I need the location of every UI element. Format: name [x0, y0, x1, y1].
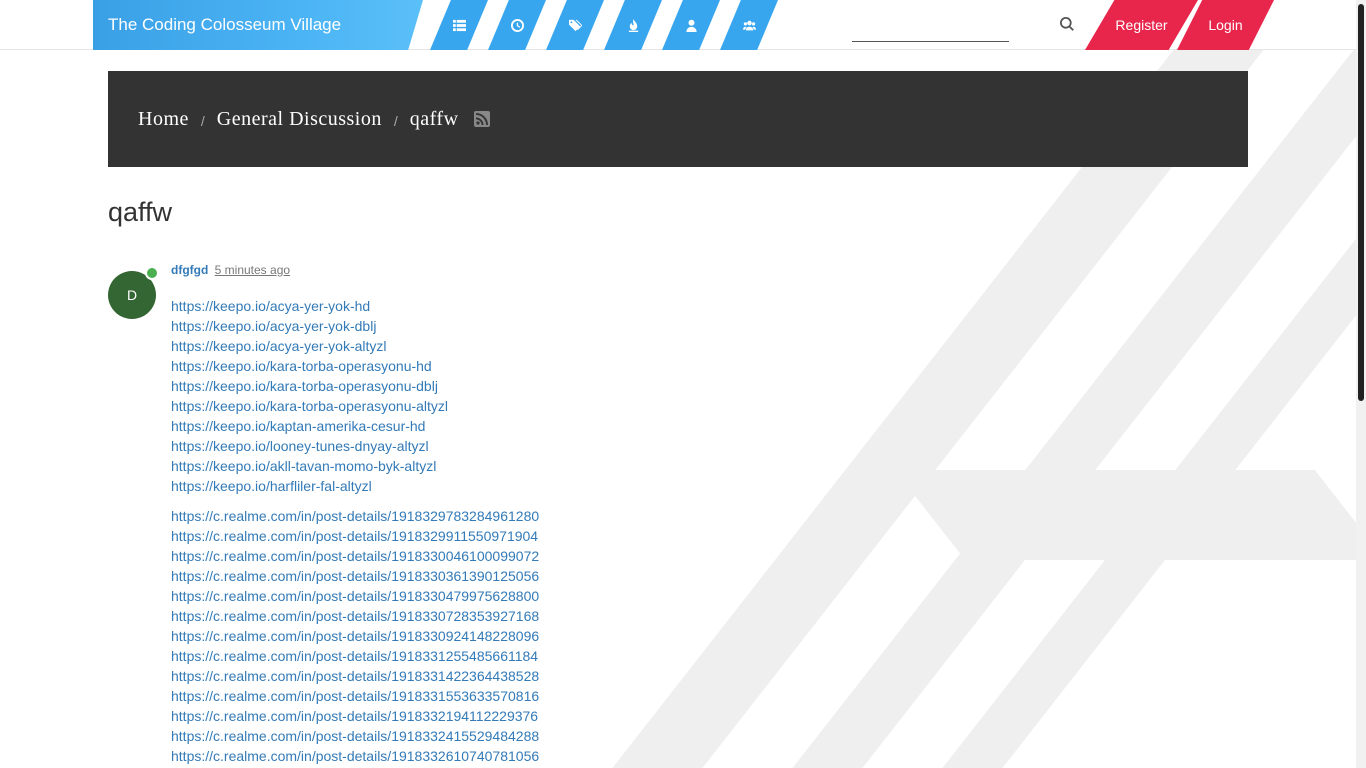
scrollbar[interactable]	[1356, 0, 1366, 768]
nav-tags-button[interactable]	[546, 0, 604, 50]
post-link[interactable]: https://c.realme.com/in/post-details/191…	[171, 606, 539, 626]
nav-groups-button[interactable]	[720, 0, 778, 50]
post-link[interactable]: https://c.realme.com/in/post-details/191…	[171, 586, 539, 606]
page-title: qaffw	[108, 197, 173, 227]
nav-users-button[interactable]	[662, 0, 720, 50]
breadcrumb-category[interactable]: General Discussion	[217, 108, 382, 131]
clock-icon	[510, 18, 524, 32]
online-status-dot	[145, 266, 159, 280]
post-link[interactable]: https://c.realme.com/in/post-details/191…	[171, 526, 539, 546]
post-link[interactable]: https://keepo.io/akll-tavan-momo-byk-alt…	[171, 456, 448, 476]
post-timestamp-link[interactable]: 5 minutes ago	[215, 263, 290, 277]
post-author-link[interactable]: dfgfgd	[171, 263, 208, 277]
post-link[interactable]: https://keepo.io/kaptan-amerika-cesur-hd	[171, 416, 448, 436]
search-button[interactable]	[1060, 17, 1076, 33]
tags-icon	[568, 19, 582, 31]
post-link[interactable]: https://c.realme.com/in/post-details/191…	[171, 746, 539, 766]
nav-recent-button[interactable]	[488, 0, 546, 50]
post-links-group-2: https://c.realme.com/in/post-details/191…	[171, 506, 539, 766]
search-icon	[1060, 17, 1074, 31]
post-link[interactable]: https://c.realme.com/in/post-details/191…	[171, 686, 539, 706]
fire-icon	[628, 18, 638, 32]
site-title[interactable]: The Coding Colosseum Village	[108, 15, 341, 35]
post-link[interactable]: https://c.realme.com/in/post-details/191…	[171, 546, 539, 566]
post-meta: dfgfgd 5 minutes ago	[171, 263, 290, 277]
post-link[interactable]: https://c.realme.com/in/post-details/191…	[171, 626, 539, 646]
scrollbar-thumb[interactable]	[1358, 4, 1364, 401]
login-label: Login	[1208, 17, 1243, 33]
post-link[interactable]: https://c.realme.com/in/post-details/191…	[171, 706, 539, 726]
rss-feed-button[interactable]	[473, 111, 490, 127]
post-link[interactable]: https://keepo.io/looney-tunes-dnyay-alty…	[171, 436, 448, 456]
breadcrumb-topic: qaffw	[409, 107, 459, 130]
post-link[interactable]: https://c.realme.com/in/post-details/191…	[171, 506, 539, 526]
post-link[interactable]: https://c.realme.com/in/post-details/191…	[171, 726, 539, 746]
brand-home-link[interactable]: The Coding Colosseum Village	[93, 0, 423, 50]
post-link[interactable]: https://keepo.io/kara-torba-operasyonu-h…	[171, 356, 448, 376]
breadcrumb: Home / General Discussion / qaffw	[108, 71, 1248, 167]
post-link[interactable]: https://c.realme.com/in/post-details/191…	[171, 646, 539, 666]
post-link[interactable]: https://c.realme.com/in/post-details/191…	[171, 566, 539, 586]
group-icon	[742, 20, 756, 30]
post-link[interactable]: https://keepo.io/kara-torba-operasyonu-d…	[171, 376, 448, 396]
nav-categories-button[interactable]	[430, 0, 488, 50]
post-link[interactable]: https://keepo.io/acya-yer-yok-dblj	[171, 316, 448, 336]
user-icon	[685, 19, 697, 32]
top-navbar: The Coding Colosseum Village Register Lo…	[0, 0, 1356, 50]
rss-icon	[475, 113, 488, 125]
post-link[interactable]: https://keepo.io/acya-yer-yok-hd	[171, 296, 448, 316]
breadcrumb-home[interactable]: Home	[138, 108, 189, 131]
register-label: Register	[1115, 17, 1168, 33]
post-link[interactable]: https://keepo.io/harfliler-fal-altyzl	[171, 476, 448, 496]
post-link[interactable]: https://keepo.io/kara-torba-operasyonu-a…	[171, 396, 448, 416]
nav-popular-button[interactable]	[604, 0, 662, 50]
search-input[interactable]	[852, 10, 1009, 42]
breadcrumb-separator: /	[200, 113, 205, 129]
post-links-group-1: https://keepo.io/acya-yer-yok-hd https://…	[171, 296, 448, 496]
avatar-letter: D	[126, 287, 138, 303]
breadcrumb-separator: /	[393, 113, 398, 129]
post-link[interactable]: https://c.realme.com/in/post-details/191…	[171, 666, 539, 686]
list-icon	[452, 19, 466, 31]
post-link[interactable]: https://keepo.io/acya-yer-yok-altyzl	[171, 336, 448, 356]
